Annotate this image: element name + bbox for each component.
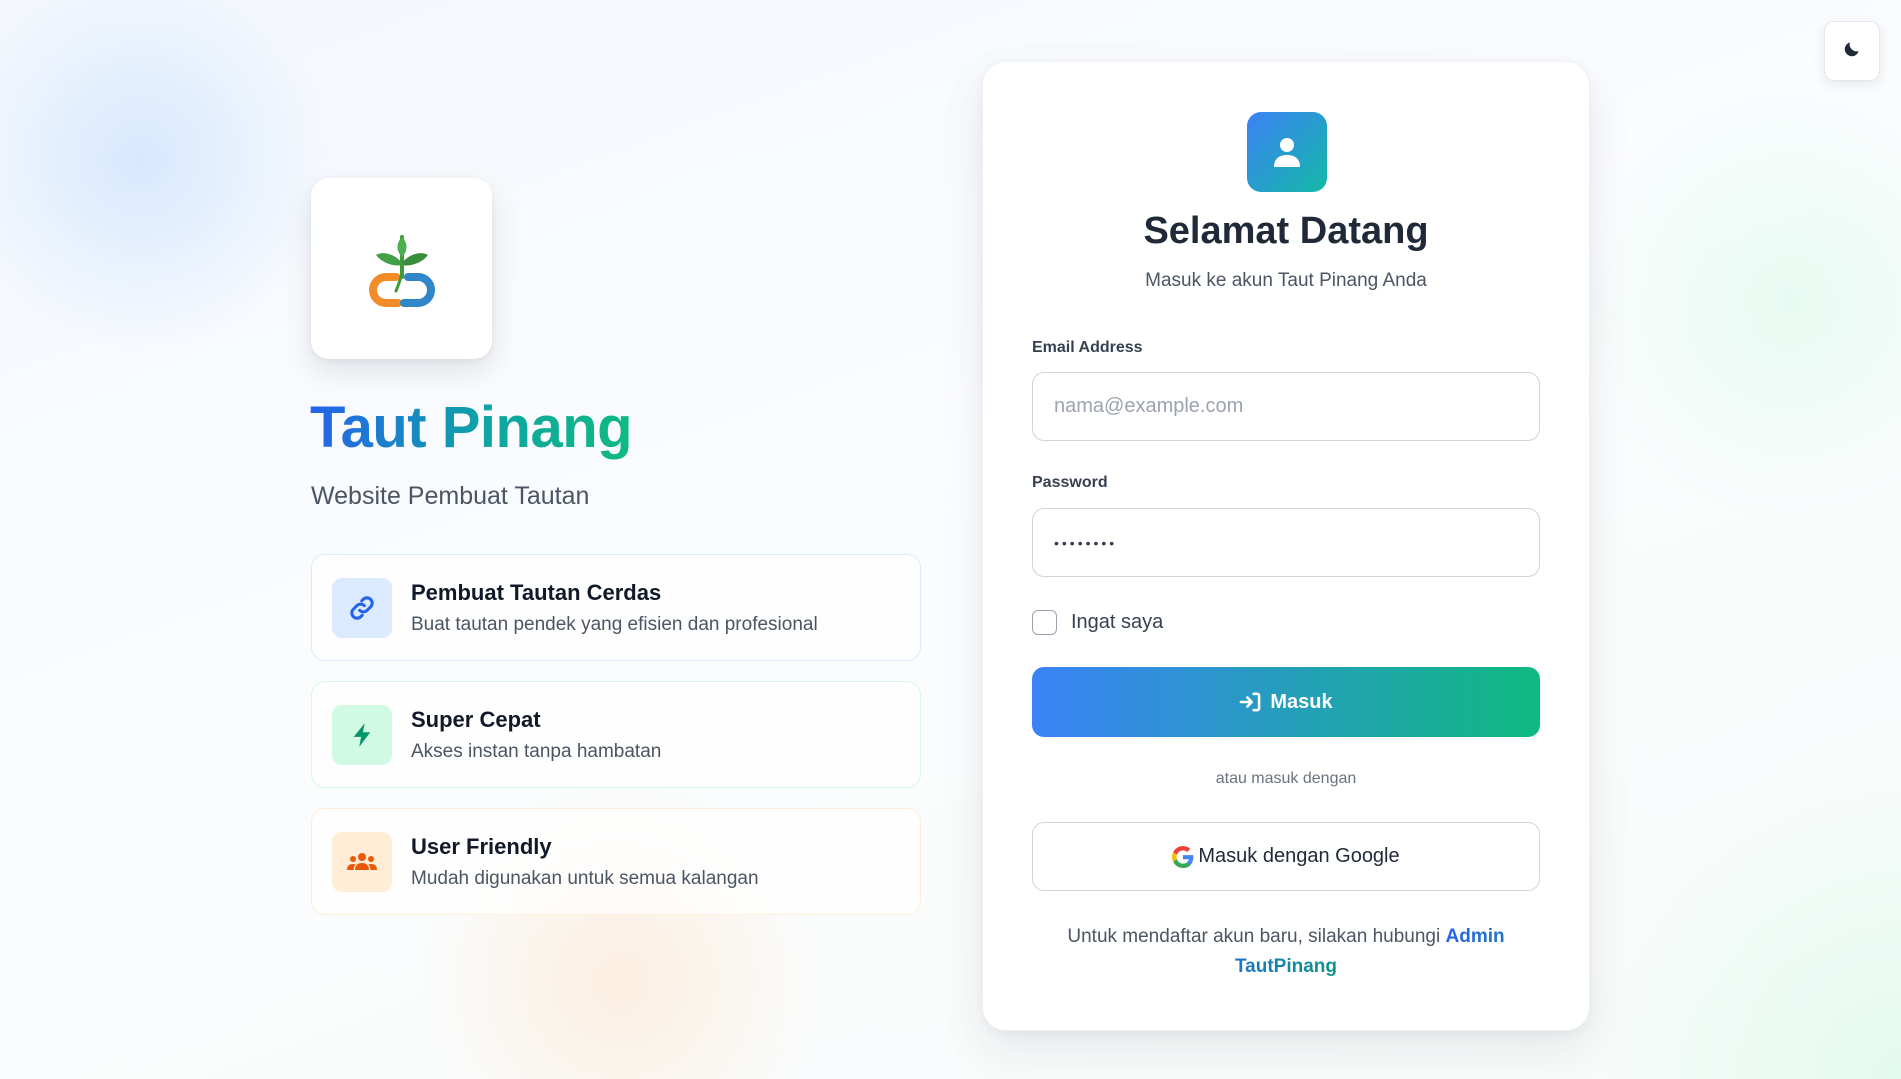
email-field[interactable]: [1032, 372, 1540, 441]
login-button[interactable]: Masuk: [1032, 667, 1540, 737]
feature-title: Super Cepat: [411, 707, 541, 733]
feature-description: Akses instan tanpa hambatan: [411, 740, 662, 762]
sign-in-icon: [1240, 692, 1261, 712]
google-login-button[interactable]: Masuk dengan Google: [1032, 822, 1540, 891]
link-icon: [350, 595, 374, 620]
password-label: Password: [1032, 474, 1108, 491]
login-card: Selamat Datang Masuk ke akun Taut Pinang…: [982, 61, 1590, 1031]
user-icon: [1274, 138, 1300, 167]
users-icon: [347, 852, 377, 870]
feature-card-smart-links: Pembuat Tautan Cerdas Buat tautan pendek…: [311, 554, 921, 661]
google-login-label: Masuk dengan Google: [1198, 845, 1400, 867]
login-subtitle: Masuk ke akun Taut Pinang Anda: [1145, 270, 1427, 291]
taut-pinang-logo: [368, 234, 435, 307]
feature-title: Pembuat Tautan Cerdas: [411, 580, 662, 606]
alt-login-divider: atau masuk dengan: [1215, 770, 1357, 787]
google-icon: [1172, 845, 1194, 868]
feature-title: User Friendly: [411, 834, 552, 860]
login-button-label: Masuk: [1270, 690, 1333, 713]
register-note: Untuk mendaftar akun baru, silakan hubun…: [1043, 922, 1529, 982]
feature-icon-container: [332, 831, 392, 892]
password-field[interactable]: [1032, 508, 1540, 577]
brand-subtitle: Website Pembuat Tautan: [311, 482, 590, 510]
feature-icon-container: [332, 704, 392, 765]
feature-description: Mudah digunakan untuk semua kalangan: [411, 867, 759, 889]
register-text: Untuk mendaftar akun baru, silakan hubun…: [1067, 926, 1441, 947]
moon-icon: [1842, 39, 1862, 64]
avatar: [1247, 112, 1327, 192]
login-title: Selamat Datang: [1143, 210, 1429, 252]
feature-icon-container: [332, 577, 392, 638]
email-label: Email Address: [1032, 339, 1143, 356]
brand-title: Taut Pinang: [310, 393, 633, 463]
remember-me-label: Ingat saya: [1071, 611, 1164, 633]
feature-card-user-friendly: User Friendly Mudah digunakan untuk semu…: [311, 808, 921, 915]
feature-card-super-fast: Super Cepat Akses instan tanpa hambatan: [311, 681, 921, 788]
bolt-icon: [353, 722, 371, 747]
theme-toggle-button[interactable]: [1824, 21, 1880, 81]
checkbox-box[interactable]: [1032, 610, 1057, 635]
brand-logo: [311, 178, 492, 359]
feature-description: Buat tautan pendek yang efisien dan prof…: [411, 613, 818, 635]
remember-me-checkbox[interactable]: Ingat saya: [1032, 610, 1163, 635]
